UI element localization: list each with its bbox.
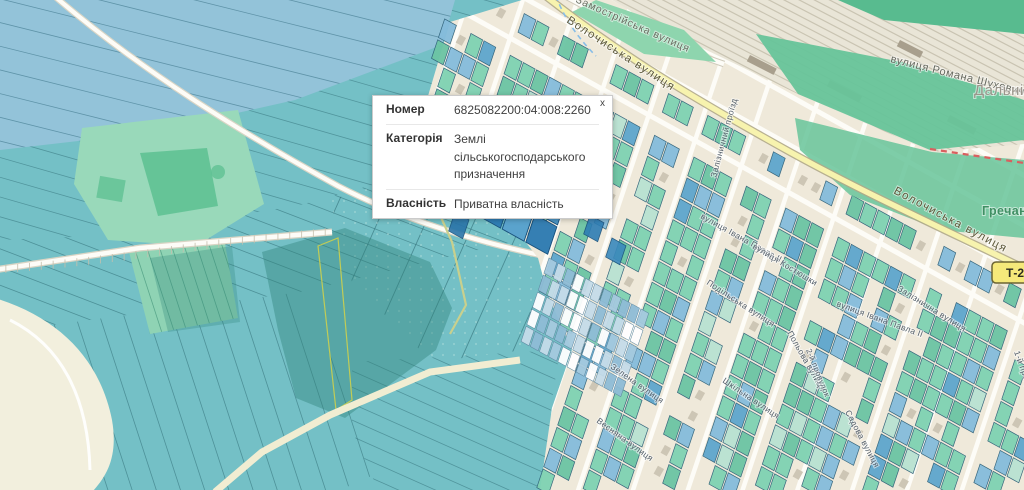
parcel-ownership: Приватна власність [454, 196, 599, 213]
parcel-category: Землі сільськогосподарського призначення [454, 131, 599, 183]
parcel-info-popup: x Номер 6825082200:04:008:2260 Категорія… [372, 95, 613, 219]
popup-row-number: Номер 6825082200:04:008:2260 [386, 96, 599, 124]
cadastral-map[interactable]: Т-2Волочиська вулицяВолочиська вулицяЗам… [0, 0, 1024, 490]
road-shield: Т-2 [992, 262, 1024, 283]
parcel-number: 6825082200:04:008:2260 [454, 102, 599, 119]
cadastral-map-app: Т-2Волочиська вулицяВолочиська вулицяЗам… [0, 0, 1024, 490]
popup-label: Категорія [386, 131, 454, 183]
popup-row-category: Категорія Землі сільськогосподарського п… [386, 124, 599, 188]
popup-label: Власність [386, 196, 454, 213]
close-icon[interactable]: x [600, 99, 605, 109]
popup-label: Номер [386, 102, 454, 119]
popup-row-ownership: Власність Приватна власність [386, 189, 599, 218]
street-label: Гречани [982, 204, 1024, 218]
street-label: Дальні Гречани [974, 82, 1024, 99]
road-shield-label: Т-2 [1006, 266, 1024, 280]
